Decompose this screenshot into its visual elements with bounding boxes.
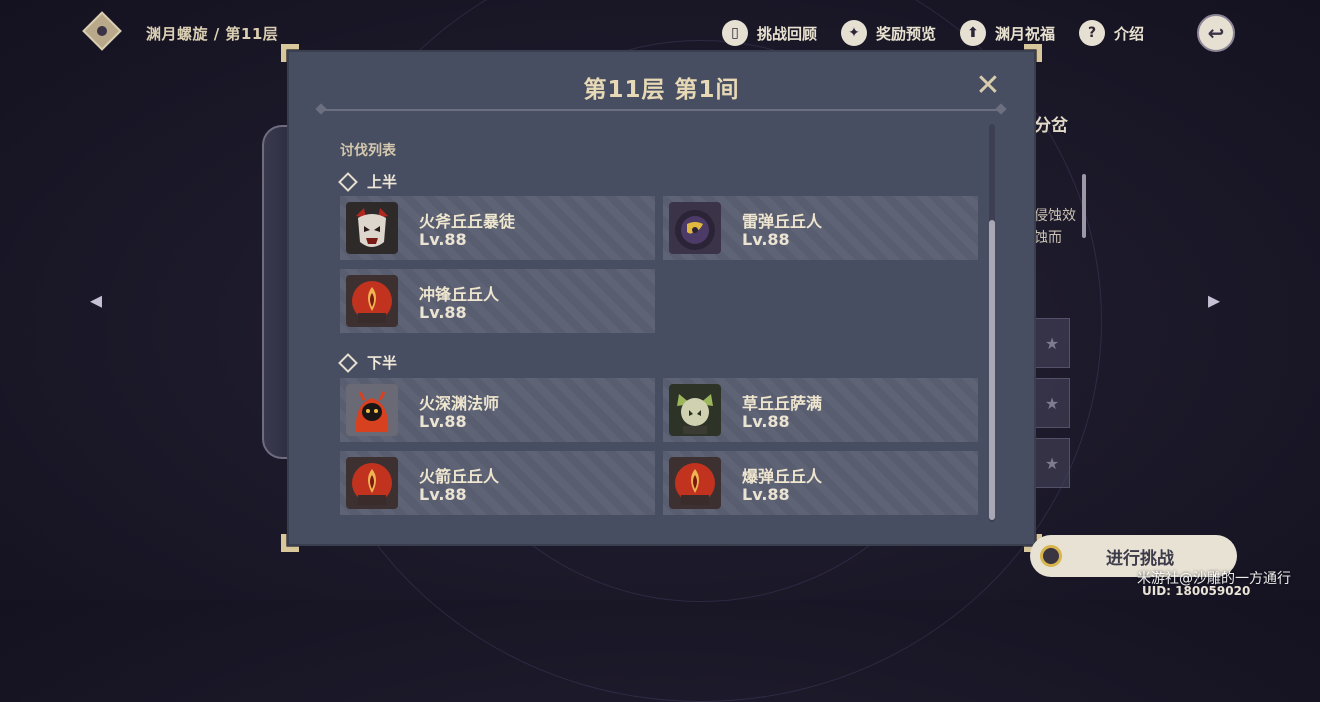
- background-branch-text: 分岔: [1034, 116, 1068, 136]
- dendro-samachurl-icon: [669, 384, 721, 436]
- introduction-label: 介绍: [1114, 24, 1145, 43]
- enemy-card[interactable]: 火斧丘丘暴徒 Lv.88: [340, 196, 655, 260]
- enemy-level: Lv.88: [419, 303, 467, 322]
- book-icon: ▯: [722, 20, 748, 46]
- enemy-level: Lv.88: [742, 412, 790, 431]
- modal-title: 第11层 第1间: [583, 77, 740, 103]
- second-half-header: 下半: [338, 352, 398, 373]
- enemy-name: 火箭丘丘人: [419, 467, 500, 486]
- hilichurl-mask-icon: [669, 457, 721, 509]
- abyss-blessing-button[interactable]: ⬆ 渊月祝福: [960, 20, 1055, 46]
- reward-preview-label: 奖励预览: [876, 24, 937, 43]
- section-title: 讨伐列表: [340, 143, 396, 159]
- title-divider: [321, 109, 1001, 111]
- enemy-name: 火斧丘丘暴徒: [419, 212, 516, 231]
- corner-ornament: [281, 534, 299, 552]
- uid-label: UID: 180059020: [1142, 584, 1251, 598]
- enemy-card[interactable]: 爆弹丘丘人 Lv.88: [663, 451, 978, 515]
- corner-ornament: [1024, 44, 1042, 62]
- background-description-line: 蚀而: [1034, 230, 1062, 246]
- modal-scrollbar[interactable]: [989, 124, 995, 522]
- enemy-level: Lv.88: [419, 230, 467, 249]
- background-star-slot: ★: [1034, 438, 1070, 488]
- question-icon: ?: [1079, 20, 1106, 46]
- back-button[interactable]: ↩: [1197, 14, 1235, 52]
- enemy-name: 火深渊法师: [419, 394, 500, 413]
- background-star-slot: ★: [1034, 318, 1070, 368]
- enemy-card[interactable]: 火箭丘丘人 Lv.88: [340, 451, 655, 515]
- enemy-card[interactable]: 火深渊法师 Lv.88: [340, 378, 655, 442]
- enemy-name: 冲锋丘丘人: [419, 285, 500, 304]
- previous-chamber-arrow-icon[interactable]: ◂: [90, 288, 110, 312]
- enemy-level: Lv.88: [419, 412, 467, 431]
- enemy-list-modal: 第11层 第1间 ✕ 讨伐列表 上半 火斧丘丘暴徒 Lv.88 雷弹丘丘人 Lv…: [281, 44, 1036, 546]
- close-button[interactable]: ✕: [974, 71, 1002, 101]
- return-arrow-icon: ↩: [1207, 21, 1225, 45]
- enemy-name: 雷弹丘丘人: [742, 212, 823, 231]
- challenge-review-label: 挑战回顾: [757, 24, 818, 43]
- next-chamber-arrow-icon[interactable]: ▸: [1208, 288, 1228, 312]
- start-challenge-label: 进行挑战: [1106, 548, 1174, 569]
- hilichurl-mask-icon: [346, 457, 398, 509]
- first-half-label: 上半: [367, 173, 398, 191]
- enemy-name: 爆弹丘丘人: [742, 467, 823, 486]
- hilichurl-mask-icon: [346, 275, 398, 327]
- diamond-icon: [338, 171, 358, 192]
- second-half-label: 下半: [367, 354, 398, 372]
- abyss-emblem-icon: [82, 11, 122, 51]
- scrollbar-thumb[interactable]: [989, 220, 995, 520]
- breadcrumb: 渊月螺旋 / 第11层: [146, 25, 279, 43]
- enemy-level: Lv.88: [742, 230, 790, 249]
- enemy-level: Lv.88: [742, 485, 790, 504]
- reward-preview-button[interactable]: ✦ 奖励预览: [841, 20, 936, 46]
- background-star-slot: ★: [1034, 378, 1070, 428]
- diamond-icon: [338, 352, 358, 373]
- challenge-review-button[interactable]: ▯ 挑战回顾: [722, 20, 817, 46]
- background-scrollbar: [1082, 174, 1086, 238]
- upload-arrow-icon: ⬆: [960, 20, 987, 46]
- enemy-card[interactable]: 冲锋丘丘人 Lv.88: [340, 269, 655, 333]
- top-actions: ▯ 挑战回顾 ✦ 奖励预览 ⬆ 渊月祝福 ? 介绍: [722, 16, 1168, 50]
- corner-ornament: [281, 44, 299, 62]
- first-half-header: 上半: [338, 171, 398, 192]
- introduction-button[interactable]: ? 介绍: [1079, 20, 1144, 46]
- star-icon: ✦: [841, 20, 868, 46]
- background-description: 侵蚀效 蚀而: [1034, 205, 1076, 249]
- pyro-abyss-mage-icon: [346, 384, 398, 436]
- abyss-blessing-label: 渊月祝福: [995, 24, 1056, 43]
- ring-icon: [1040, 545, 1062, 567]
- enemy-level: Lv.88: [419, 485, 467, 504]
- electro-slime-hilichurl-icon: [669, 202, 721, 254]
- enemy-card[interactable]: 草丘丘萨满 Lv.88: [663, 378, 978, 442]
- enemy-card[interactable]: 雷弹丘丘人 Lv.88: [663, 196, 978, 260]
- hilichurl-mitachurl-icon: [346, 202, 398, 254]
- background-description-line: 侵蚀效: [1034, 208, 1076, 224]
- enemy-name: 草丘丘萨满: [742, 394, 823, 413]
- close-icon: ✕: [975, 68, 1001, 103]
